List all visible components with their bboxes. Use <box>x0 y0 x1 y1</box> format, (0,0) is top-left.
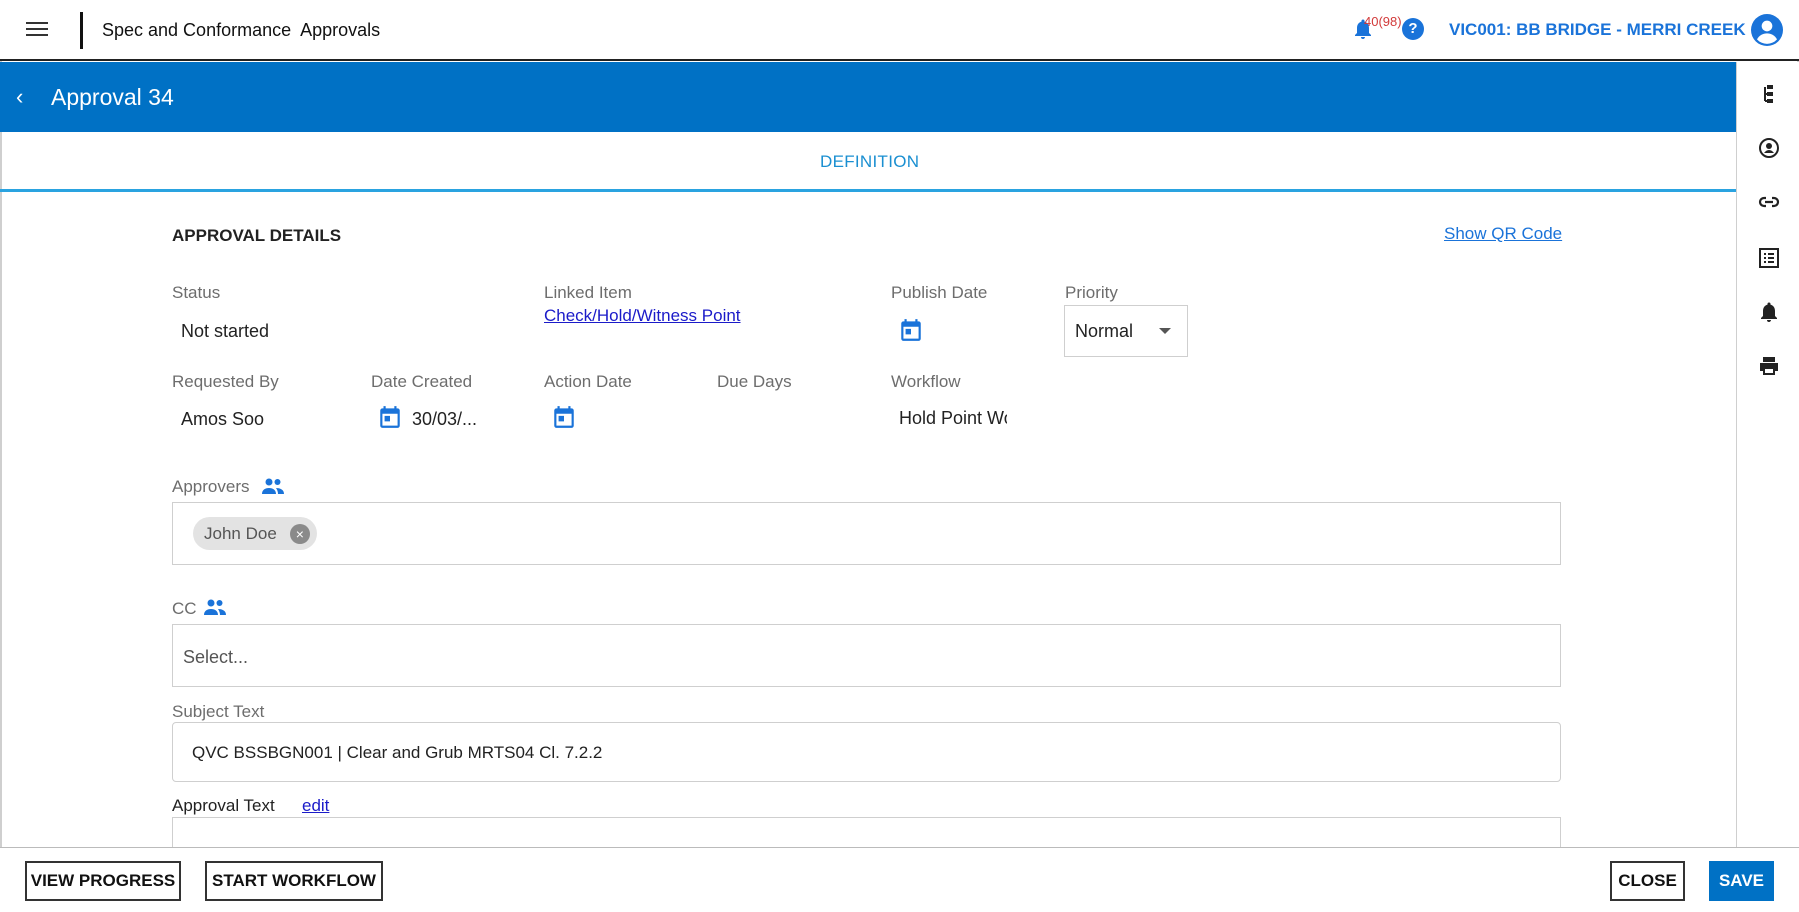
people-icon[interactable] <box>203 598 227 616</box>
calendar-icon[interactable] <box>377 403 403 431</box>
tab-definition[interactable]: DEFINITION <box>820 152 919 172</box>
close-button[interactable]: CLOSE <box>1610 861 1685 901</box>
app-name: Spec and Conformance <box>102 20 292 40</box>
top-bar: Spec and Conformance Approvals 40(98) ? V… <box>0 0 1799 61</box>
hierarchy-icon[interactable] <box>1757 82 1781 106</box>
cc-label: CC <box>172 599 197 618</box>
date-created-value: 30/03/... <box>412 409 478 429</box>
account-icon[interactable] <box>1751 14 1783 46</box>
approver-name: John Doe <box>204 524 277 543</box>
approval-text-label: Approval Text <box>172 796 275 815</box>
workflow-label: Workflow <box>891 372 961 391</box>
module-name[interactable]: Approvals <box>300 20 380 40</box>
show-qr-code-link[interactable]: Show QR Code <box>1444 224 1562 244</box>
status-label: Status <box>172 283 221 302</box>
approvers-field[interactable]: John Doe × <box>172 502 1561 565</box>
list-icon[interactable] <box>1757 246 1781 270</box>
app-title: Spec and Conformance Approvals <box>102 20 389 41</box>
bottom-bar: VIEW PROGRESS START WORKFLOW CLOSE SAVE <box>0 847 1799 912</box>
priority-select[interactable]: Normal <box>1064 305 1188 357</box>
page-title: Approval 34 <box>51 84 174 110</box>
user-badge-icon[interactable] <box>1757 136 1781 160</box>
publish-date-label: Publish Date <box>891 283 988 302</box>
linked-item-link[interactable]: Check/Hold/Witness Point <box>544 306 741 326</box>
section-title: APPROVAL DETAILS <box>172 226 342 245</box>
right-rail <box>1736 62 1799 847</box>
start-workflow-button[interactable]: START WORKFLOW <box>205 861 383 901</box>
requested-by-label: Requested By <box>172 372 279 391</box>
calendar-icon[interactable] <box>551 403 577 431</box>
approval-text-edit-link[interactable]: edit <box>302 796 329 816</box>
project-selector[interactable]: VIC001: BB BRIDGE - MERRI CREEK <box>1449 20 1746 40</box>
action-date-label: Action Date <box>544 372 632 391</box>
subject-input[interactable]: QVC BSSBGN001 | Clear and Grub MRTS04 Cl… <box>172 722 1561 782</box>
cc-select[interactable]: Select... <box>172 624 1561 687</box>
approval-text-field[interactable] <box>172 817 1561 847</box>
link-icon[interactable] <box>1757 190 1781 214</box>
chevron-down-icon <box>1159 328 1171 334</box>
back-icon[interactable]: ‹ <box>16 84 23 110</box>
print-icon[interactable] <box>1757 354 1781 378</box>
title-bar: ‹ Approval 34 <box>0 62 1736 132</box>
approver-chip: John Doe × <box>193 517 317 550</box>
requested-by-value: Amos Soo <box>181 409 265 429</box>
date-created-label: Date Created <box>371 372 473 391</box>
people-icon[interactable] <box>261 477 285 495</box>
due-days-label: Due Days <box>717 372 792 391</box>
linked-item-label: Linked Item <box>544 283 632 302</box>
approvers-label: Approvers <box>172 477 250 496</box>
notification-count[interactable]: 40(98) <box>1364 14 1402 29</box>
cc-placeholder: Select... <box>183 647 249 667</box>
subject-value: QVC BSSBGN001 | Clear and Grub MRTS04 Cl… <box>192 743 603 762</box>
help-icon[interactable]: ? <box>1402 18 1424 40</box>
view-progress-button[interactable]: VIEW PROGRESS <box>25 861 181 901</box>
priority-value: Normal <box>1075 321 1134 341</box>
tab-bar: DEFINITION <box>0 132 1736 192</box>
divider <box>80 12 83 49</box>
subject-label: Subject Text <box>172 702 265 721</box>
calendar-icon[interactable] <box>898 316 924 344</box>
priority-label: Priority <box>1065 283 1118 302</box>
menu-icon[interactable] <box>26 18 48 42</box>
save-button[interactable]: SAVE <box>1709 861 1774 901</box>
workflow-value: Hold Point Workflow <box>899 408 1007 428</box>
bell-icon[interactable] <box>1757 300 1781 324</box>
status-value: Not started <box>181 321 270 341</box>
remove-chip-icon[interactable]: × <box>289 524 310 544</box>
